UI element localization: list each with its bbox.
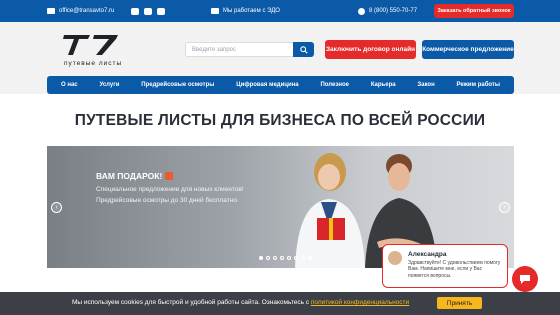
top-bar: office@transavto7.ru Мы работаем с ЭДО 8… bbox=[0, 0, 560, 22]
chat-open-button[interactable] bbox=[512, 266, 538, 292]
edo-text: Мы работаем с ЭДО bbox=[223, 8, 280, 14]
logo-icon bbox=[63, 35, 118, 55]
slider-dots bbox=[259, 256, 312, 260]
chat-agent-name: Александра bbox=[408, 251, 447, 258]
gift-icon bbox=[165, 172, 174, 180]
main-nav: О нас Услуги Предрейсовые осмотры Цифров… bbox=[47, 76, 514, 94]
vk-icon[interactable] bbox=[144, 7, 152, 15]
chat-message: Здравствуйте! С удовольствием помогу Вам… bbox=[408, 260, 501, 279]
cookie-accept-button[interactable]: Принять bbox=[437, 297, 482, 309]
slider-dot[interactable] bbox=[294, 256, 298, 260]
page-title: ПУТЕВЫЕ ЛИСТЫ ДЛЯ БИЗНЕСА ПО ВСЕЙ РОССИИ bbox=[74, 112, 486, 129]
edo-info: Мы работаем с ЭДО bbox=[211, 0, 280, 22]
nav-item-services[interactable]: Услуги bbox=[99, 82, 119, 88]
commercial-offer-button[interactable]: Коммерческое предложение bbox=[422, 40, 514, 59]
slider-dot[interactable] bbox=[287, 256, 291, 260]
banner-line-2: Предрейсовые осмотры до 30 дней бесплатн… bbox=[96, 197, 239, 204]
slider-prev-button[interactable]: ‹ bbox=[51, 202, 62, 213]
nav-item-digital-medicine[interactable]: Цифровая медицина bbox=[236, 82, 298, 88]
nav-item-hours[interactable]: Режим работы bbox=[457, 82, 500, 88]
chat-popup[interactable]: Александра Здравствуйте! С удовольствием… bbox=[382, 244, 508, 288]
banner-line-1: Специальное предложение для новых клиент… bbox=[96, 186, 244, 193]
document-icon bbox=[211, 8, 219, 14]
slider-next-button[interactable]: › bbox=[499, 202, 510, 213]
slider-dot[interactable] bbox=[280, 256, 284, 260]
slider-dot[interactable] bbox=[308, 256, 312, 260]
nav-item-law[interactable]: Закон bbox=[417, 82, 434, 88]
contract-online-button[interactable]: Заключить договор онлайн bbox=[325, 40, 416, 59]
search-icon bbox=[299, 45, 308, 54]
rutube-icon[interactable] bbox=[157, 7, 165, 15]
chat-bubble-icon bbox=[520, 274, 530, 284]
nav-item-useful[interactable]: Полезное bbox=[320, 82, 349, 88]
slider-dot[interactable] bbox=[273, 256, 277, 260]
callback-button[interactable]: Заказать обратный звонок bbox=[434, 4, 514, 18]
nav-item-about[interactable]: О нас bbox=[61, 82, 78, 88]
logo[interactable] bbox=[60, 33, 134, 57]
telegram-icon[interactable] bbox=[131, 7, 139, 15]
phone-icon bbox=[358, 7, 365, 15]
banner-heading: ВАМ ПОДАРОК! bbox=[96, 171, 174, 181]
phone-text: 8 (800) 550-70-77 bbox=[369, 8, 418, 14]
slider-dot[interactable] bbox=[266, 256, 270, 260]
banner-heading-text: ВАМ ПОДАРОК! bbox=[96, 171, 163, 181]
social-links bbox=[126, 0, 165, 22]
mail-icon bbox=[47, 8, 55, 14]
email-link[interactable]: office@transavto7.ru bbox=[47, 0, 114, 22]
slider-dot[interactable] bbox=[301, 256, 305, 260]
phone-link[interactable]: 8 (800) 550-70-77 bbox=[358, 0, 417, 22]
search-input[interactable]: Введите запрос bbox=[185, 42, 293, 57]
nav-item-pretrip[interactable]: Предрейсовые осмотры bbox=[141, 82, 214, 88]
logo-subtitle: путевые листы bbox=[64, 60, 123, 67]
email-text: office@transavto7.ru bbox=[59, 8, 115, 14]
avatar bbox=[388, 251, 402, 265]
privacy-policy-link[interactable]: политикой конфиденциальности bbox=[311, 299, 409, 306]
search-button[interactable] bbox=[293, 42, 314, 57]
slider-dot[interactable] bbox=[259, 256, 263, 260]
cookie-text: Мы используем cookies для быстрой и удоб… bbox=[72, 299, 409, 306]
cookie-message: Мы используем cookies для быстрой и удоб… bbox=[72, 299, 311, 306]
nav-item-career[interactable]: Карьера bbox=[371, 82, 396, 88]
